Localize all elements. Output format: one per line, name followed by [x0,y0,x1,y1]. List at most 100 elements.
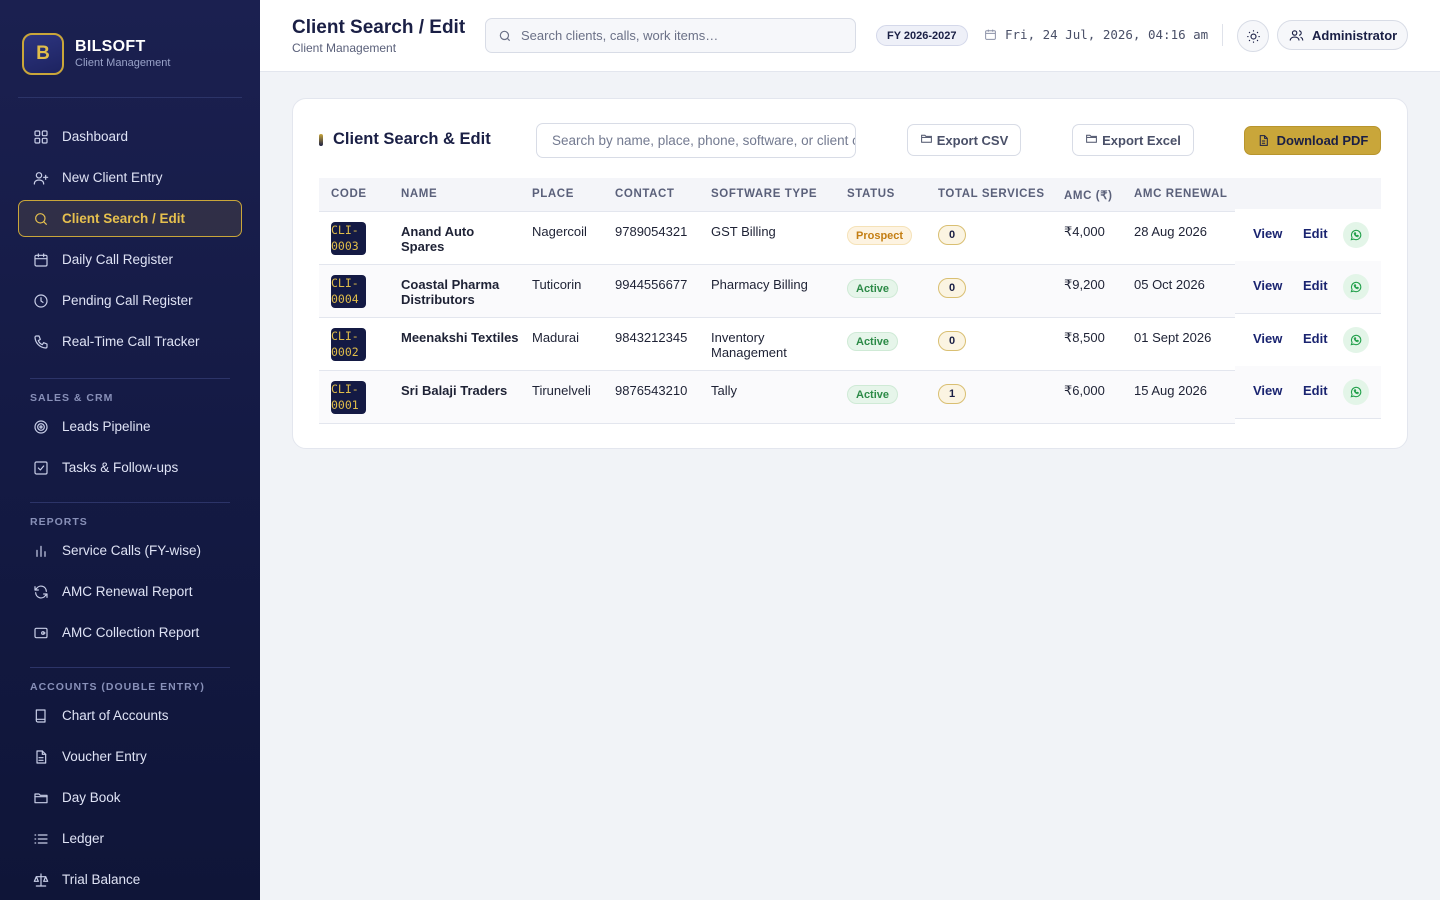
sidebar-item-voucher-entry[interactable]: Voucher Entry [18,738,242,775]
code-prefix: CLI- [331,382,359,396]
table-row[interactable]: CLI- 0004 Coastal Pharma Distributors Tut… [319,265,1235,318]
edit-button[interactable]: Edit [1303,331,1328,346]
sidebar-item-new-client[interactable]: New Client Entry [18,159,242,196]
brand-subtitle: Client Management [75,57,171,69]
sidebar-item-service-calls[interactable]: Service Calls (FY-wise) [18,532,242,569]
export-csv-button[interactable]: Export CSV [907,124,1021,156]
view-button[interactable]: View [1253,383,1282,398]
card-title: Client Search & Edit [333,130,491,148]
view-button[interactable]: View [1253,226,1282,241]
view-button[interactable]: View [1253,278,1282,293]
wallet-icon [32,624,50,642]
sidebar-divider [30,502,230,503]
sidebar-item-trial-balance[interactable]: Trial Balance [18,861,242,898]
view-button[interactable]: View [1253,331,1282,346]
sidebar-item-daily-call[interactable]: Daily Call Register [18,241,242,278]
column-header-code[interactable]: CODE [331,188,367,200]
download-pdf-button[interactable]: Download PDF [1244,126,1381,155]
scale-icon [32,871,50,889]
sidebar-item-call-tracker[interactable]: Real-Time Call Tracker [18,323,242,360]
theme-toggle-button[interactable] [1237,20,1269,52]
edit-button[interactable]: Edit [1303,278,1328,293]
client-place: Tuticorin [532,277,582,292]
sidebar-item-tasks[interactable]: Tasks & Follow-ups [18,449,242,486]
code-prefix: CLI- [331,276,359,290]
code-prefix: CLI- [331,223,359,237]
sidebar-item-pending-call[interactable]: Pending Call Register [18,282,242,319]
sidebar-item-label: Trial Balance [62,872,141,887]
sidebar-item-leads[interactable]: Leads Pipeline [18,408,242,445]
client-place: Tirunelveli [532,383,591,398]
sidebar-item-client-search[interactable]: Client Search / Edit [18,200,242,237]
column-header-services[interactable]: TOTAL SERVICES [938,188,1045,200]
global-search-input[interactable]: Search clients, calls, work items… [485,18,856,53]
brand[interactable]: B BILSOFT Client Management [0,0,260,97]
whatsapp-icon[interactable] [1343,379,1369,405]
export-excel-button[interactable]: Export Excel [1072,124,1194,156]
sidebar-item-day-book[interactable]: Day Book [18,779,242,816]
sidebar-divider [30,378,230,379]
table-header: CODE NAME PLACE CONTACT SOFTWARE TYPE ST… [319,178,1381,212]
grid-icon [32,128,50,146]
edit-button[interactable]: Edit [1303,383,1328,398]
user-name: Administrator [1312,27,1398,43]
column-header-status[interactable]: STATUS [847,188,895,200]
table-search-input[interactable]: Search by name, place, phone, software, … [536,123,856,158]
sidebar-divider [30,667,230,668]
column-header-software[interactable]: SOFTWARE TYPE [711,188,817,200]
bar-chart-icon [32,542,50,560]
edit-button[interactable]: Edit [1303,226,1328,241]
sidebar: B BILSOFT Client Management Dashboard Ne… [0,0,260,900]
whatsapp-icon[interactable] [1343,222,1369,248]
sidebar-item-chart-of-accounts[interactable]: Chart of Accounts [18,697,242,734]
column-header-renewal[interactable]: AMC RENEWAL [1134,188,1228,200]
users-icon [1289,29,1304,41]
user-plus-icon [32,169,50,187]
table-row[interactable]: CLI- 0002 Meenakshi Textiles Madurai 9843… [319,318,1235,371]
phone-icon [32,333,50,351]
column-header-amc[interactable]: AMC (₹) [1064,188,1113,202]
client-software: Pharmacy Billing [711,277,808,292]
client-name: Sri Balaji Traders [401,383,508,398]
sidebar-item-label: AMC Renewal Report [62,584,193,599]
client-amc-renewal: 15 Aug 2026 [1134,383,1208,398]
client-code-chip: CLI- 0001 [331,381,366,414]
status-badge: Prospect [847,226,913,245]
sidebar-item-amc-collection[interactable]: AMC Collection Report [18,614,242,651]
target-icon [32,418,50,436]
table-row[interactable]: CLI- 0003 Anand Auto Spares Nagercoil 978… [319,212,1235,265]
sidebar-item-amc-renewal[interactable]: AMC Renewal Report [18,573,242,610]
sidebar-nav-reports: Service Calls (FY-wise) AMC Renewal Repo… [0,532,260,651]
sidebar-item-label: Voucher Entry [62,749,147,764]
datetime-text: Fri, 24 Jul, 2026, 04:16 am [1005,27,1209,42]
sidebar-item-dashboard[interactable]: Dashboard [18,118,242,155]
list-icon [32,830,50,848]
client-contact: 9843212345 [615,330,688,345]
whatsapp-icon[interactable] [1343,274,1369,300]
whatsapp-icon[interactable] [1343,327,1369,353]
column-header-place[interactable]: PLACE [532,188,574,200]
client-software: Tally [711,383,738,398]
folder-icon [1086,134,1097,143]
fy-badge[interactable]: FY 2026-2027 [876,25,968,46]
sidebar-item-label: Dashboard [62,129,129,144]
sidebar-item-ledger[interactable]: Ledger [18,820,242,857]
card-title-accent [319,134,323,146]
client-code-chip: CLI- 0002 [331,328,366,361]
user-menu-button[interactable]: Administrator [1277,20,1408,50]
sidebar-item-label: New Client Entry [62,170,163,185]
export-csv-label: Export CSV [936,132,1009,148]
column-header-contact[interactable]: CONTACT [615,188,675,200]
sidebar-item-label: Day Book [62,790,121,805]
table-row[interactable]: CLI- 0001 Sri Balaji Traders Tirunelveli … [319,371,1235,424]
column-header-name[interactable]: NAME [401,188,437,200]
row-actions: View Edit [1235,366,1381,419]
services-count-badge: 0 [938,331,966,351]
client-contact: 9789054321 [615,224,688,239]
file-icon [1259,135,1268,146]
sun-icon [1246,29,1260,43]
checkbox-icon [32,459,50,477]
export-excel-label: Export Excel [1102,132,1181,148]
sidebar-item-label: Real-Time Call Tracker [62,334,200,349]
refresh-icon [32,583,50,601]
